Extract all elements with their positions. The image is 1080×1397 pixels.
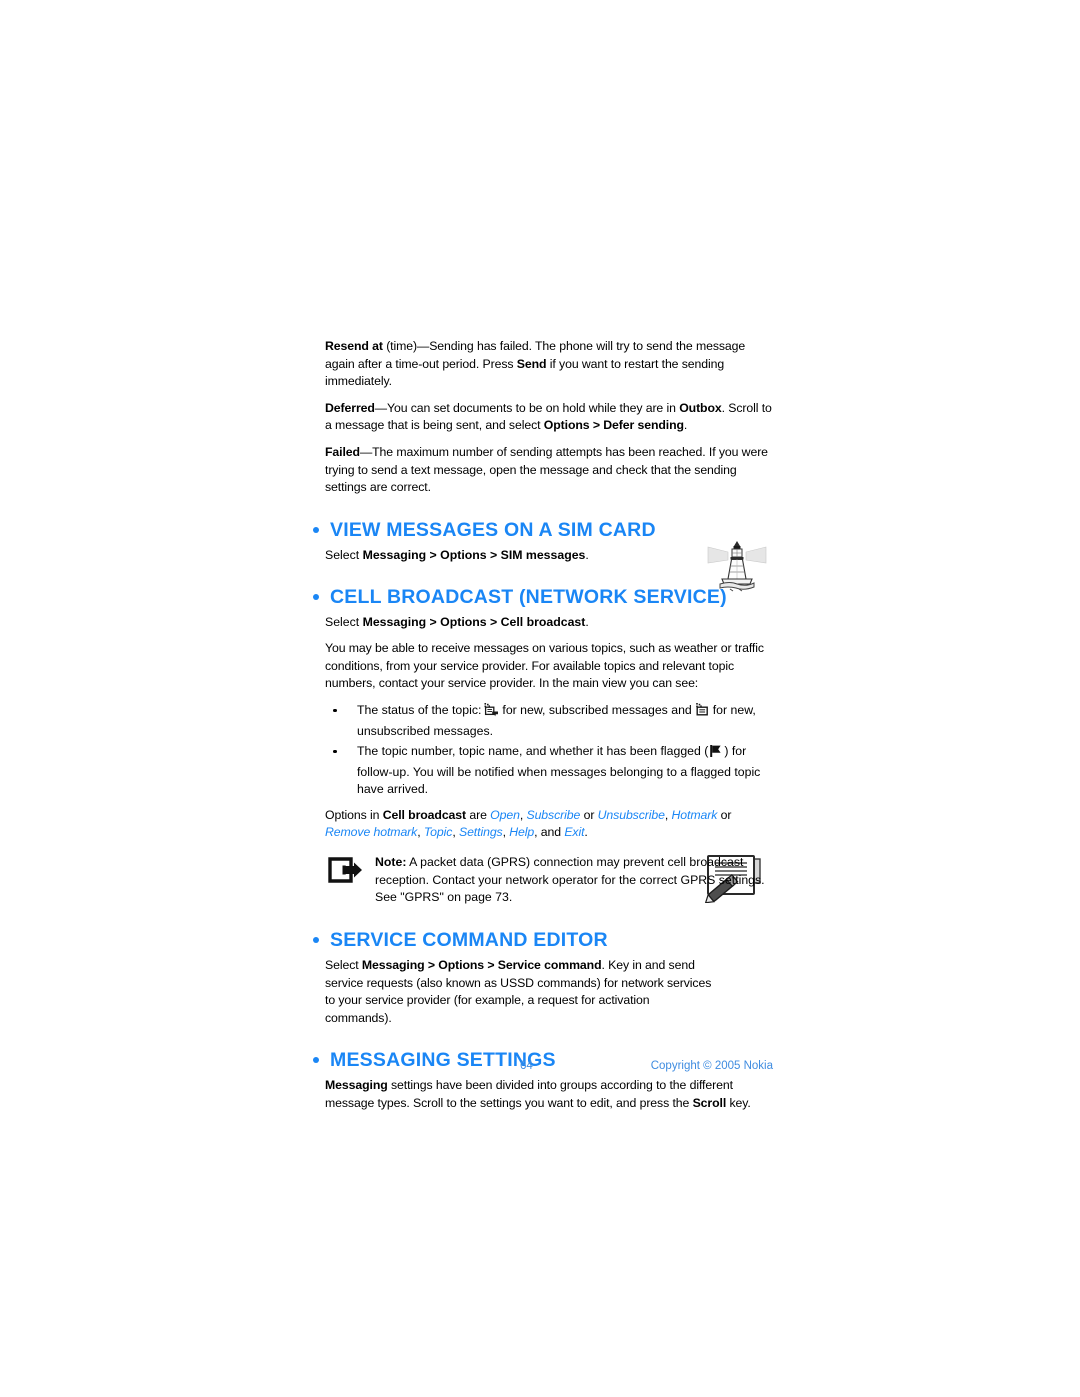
menu-option-unsubscribe: Unsubscribe <box>597 807 665 822</box>
copyright-notice: Copyright © 2005 Nokia <box>650 1060 773 1072</box>
heading-bullet-icon <box>313 936 319 943</box>
heading-bullet-icon <box>313 526 319 533</box>
heading-bullet-icon <box>313 594 319 601</box>
options-end: . <box>584 825 588 840</box>
note-text: Note: A packet data (GPRS) connection ma… <box>375 854 773 907</box>
menu-option-hotmark: Hotmark <box>671 807 718 822</box>
menu-option-topic: Topic <box>423 825 453 840</box>
sep: , <box>417 825 424 840</box>
manual-page: Resend at (time)—Sending has failed. The… <box>0 0 1080 1397</box>
menu-option-exit: Exit <box>564 825 585 840</box>
text-failed: —The maximum number of sending attempts … <box>325 444 768 495</box>
term-scroll: Scroll <box>692 1095 727 1110</box>
page-content: Resend at (time)—Sending has failed. The… <box>313 338 773 1122</box>
select-path-sim-messages: Select Messaging > Options > SIM message… <box>325 547 773 565</box>
sep: or <box>717 807 732 822</box>
term-resend-at: Resend at <box>325 339 383 353</box>
select-suffix: . <box>585 547 589 562</box>
messaging-settings-text-2: key. <box>726 1095 751 1110</box>
term-failed: Failed <box>325 444 360 459</box>
note-label: Note: <box>375 855 407 870</box>
note-block: Note: A packet data (GPRS) connection ma… <box>325 854 773 907</box>
menu-option-open: Open <box>490 807 520 822</box>
paragraph-cell-broadcast-options: Options in Cell broadcast are Open, Subs… <box>325 807 773 842</box>
paragraph-messaging-settings: Messaging settings have been divided int… <box>325 1077 773 1112</box>
flag-icon <box>709 744 723 764</box>
paragraph-cell-broadcast-body: You may be able to receive messages on v… <box>325 640 764 691</box>
bullet-text-1: The status of the topic: <box>357 702 482 717</box>
heading-text: VIEW MESSAGES ON A SIM CARD <box>330 518 656 541</box>
sep: , and <box>534 825 565 840</box>
sep: , <box>452 825 459 840</box>
select-suffix: . <box>585 615 589 630</box>
heading-service-command-editor: SERVICE COMMAND EDITOR <box>312 929 773 951</box>
list-bullet-icon <box>333 749 337 754</box>
list-bullet-icon <box>333 708 337 713</box>
heading-bullet-icon <box>313 1057 319 1064</box>
menu-path: Messaging > Options > Service command <box>361 957 602 972</box>
heading-cell-broadcast: CELL BROADCAST (NETWORK SERVICE) <box>312 586 773 608</box>
new-unsubscribed-message-icon <box>695 702 710 724</box>
bullet-text-1: The topic number, topic name, and whethe… <box>357 743 709 758</box>
text-deferred-1: —You can set documents to be on hold whi… <box>374 400 680 415</box>
options-are: are <box>466 807 491 822</box>
term-deferred: Deferred <box>325 400 375 415</box>
paragraph-failed: Failed—The maximum number of sending att… <box>325 444 773 497</box>
bullet-text-2: for new, subscribed messages and <box>502 702 692 717</box>
term-options-defer-sending: Options > Defer sending <box>543 418 684 433</box>
menu-option-remove-hotmark: Remove hotmark <box>325 825 418 840</box>
select-prefix: Select <box>325 615 363 630</box>
page-number: 64 <box>520 1060 533 1072</box>
term-messaging: Messaging <box>325 1078 388 1093</box>
new-subscribed-message-icon <box>484 702 499 724</box>
text-deferred-3: . <box>683 418 688 433</box>
options-bold: Cell broadcast <box>382 807 467 822</box>
heading-text: SERVICE COMMAND EDITOR <box>330 928 608 951</box>
term-send: Send <box>516 356 547 371</box>
menu-option-help: Help <box>509 825 535 840</box>
options-prefix: Options in <box>325 807 383 822</box>
select-path-cell-broadcast: Select Messaging > Options > Cell broadc… <box>325 614 773 632</box>
select-prefix: Select <box>325 957 362 972</box>
menu-option-subscribe: Subscribe <box>526 807 581 822</box>
note-body: A packet data (GPRS) connection may prev… <box>375 855 765 905</box>
sep: , <box>664 807 672 822</box>
select-prefix: Select <box>325 547 363 562</box>
heading-view-messages-on-sim-card: VIEW MESSAGES ON A SIM CARD <box>312 519 773 541</box>
list-item: The status of the topic: for new, subscri… <box>325 702 773 741</box>
sep: or <box>580 807 598 822</box>
paragraph-resend-at: Resend at (time)—Sending has failed. The… <box>325 338 773 391</box>
paragraph-deferred: Deferred—You can set documents to be on … <box>325 400 773 435</box>
heading-text: CELL BROADCAST (NETWORK SERVICE) <box>330 586 727 609</box>
paragraph-service-command: Select Messaging > Options > Service com… <box>325 957 713 1027</box>
menu-path: Messaging > Options > Cell broadcast <box>362 615 586 630</box>
list-item: The topic number, topic name, and whethe… <box>325 743 773 799</box>
menu-option-settings: Settings <box>458 825 503 840</box>
term-outbox: Outbox <box>679 400 722 415</box>
cell-broadcast-bullet-list: The status of the topic: for new, subscri… <box>325 702 773 799</box>
note-arrow-icon <box>327 857 363 883</box>
menu-path: Messaging > Options > SIM messages <box>362 547 586 562</box>
